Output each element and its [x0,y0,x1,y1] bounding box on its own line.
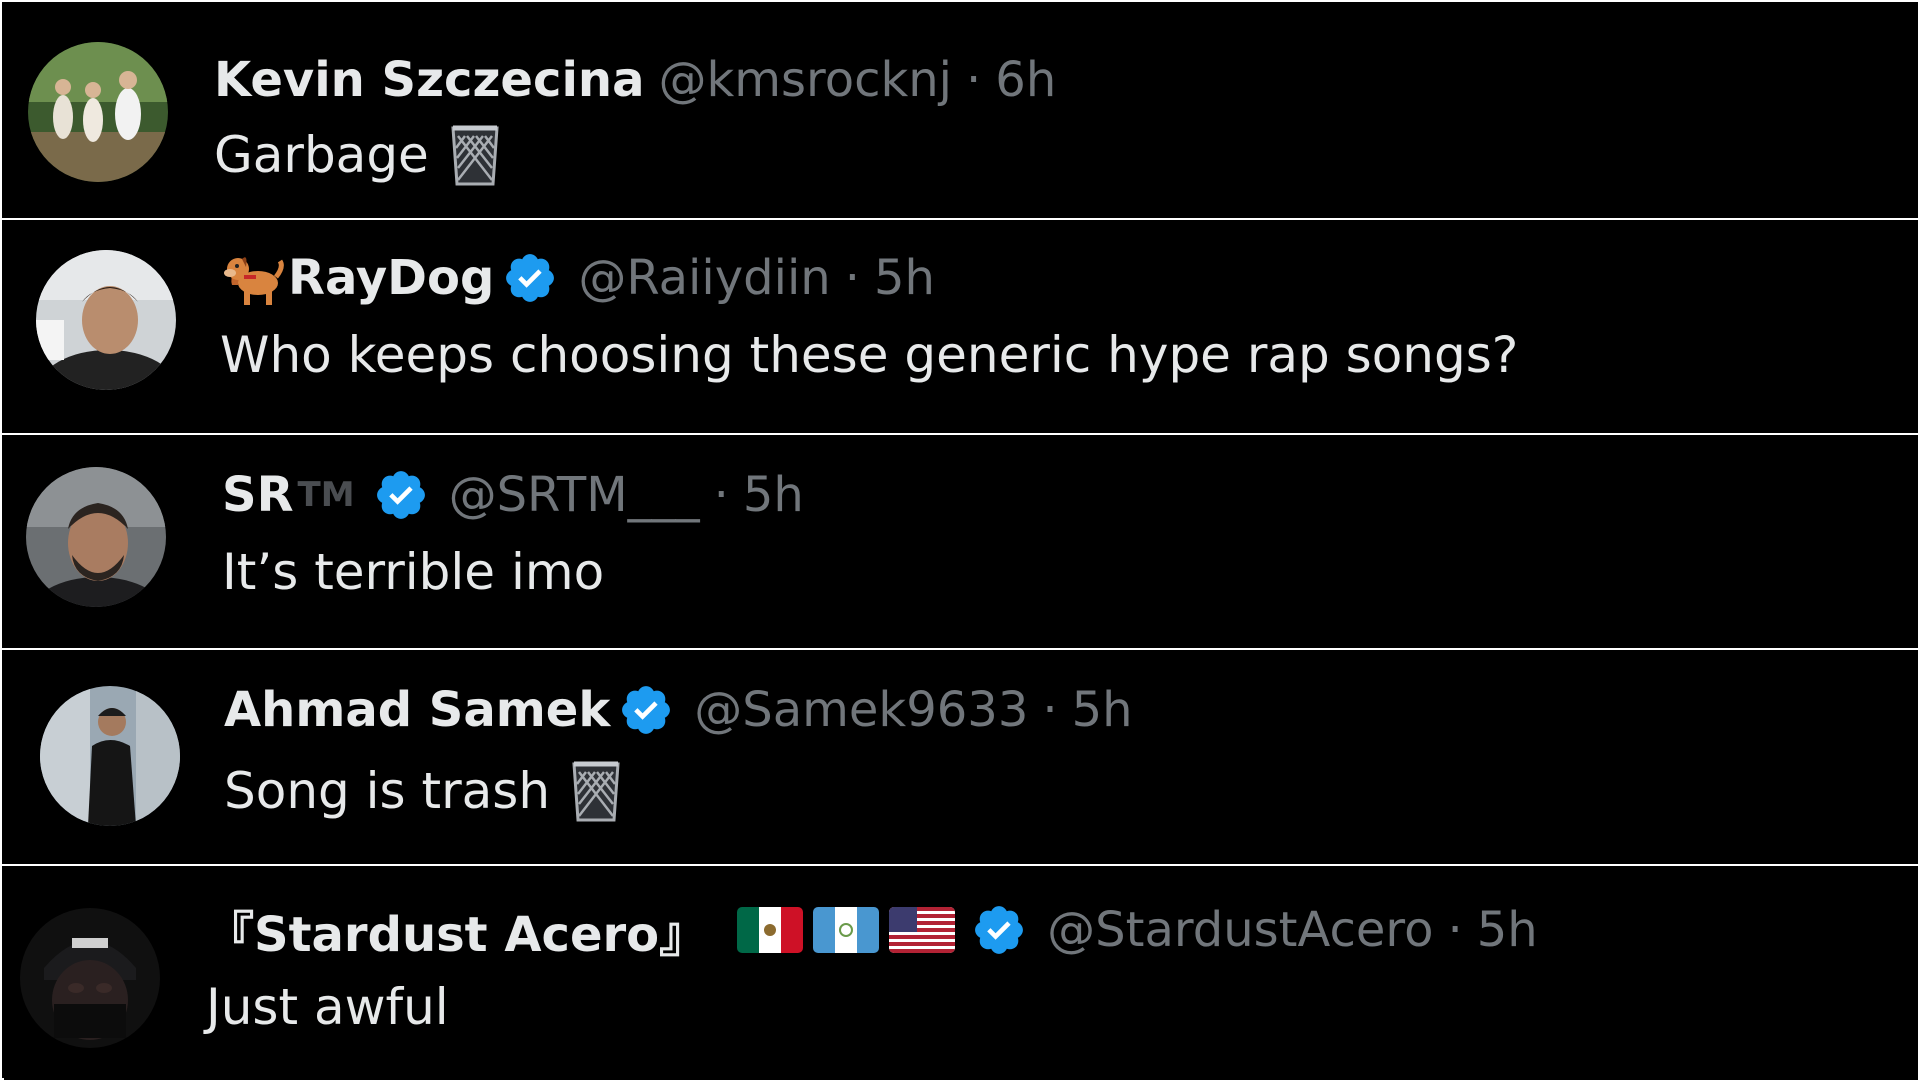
tweet-row[interactable]: 『Stardust Acero』 @StardustAcero · 5h Jus… [4,866,1918,1080]
display-name[interactable]: Ahmad Samek [224,682,610,738]
tweet-header: RayDog @Raiiydiin · 5h [220,246,935,310]
handle[interactable]: @StardustAcero [1047,902,1433,958]
avatar[interactable] [36,250,176,390]
tweet-header: SR TM @SRTM___ · 5h [222,463,804,527]
verified-badge-icon [373,467,429,523]
tweet-row[interactable]: Ahmad Samek @Samek9633 · 5h Song is tras… [4,650,1918,862]
display-name[interactable]: RayDog [288,250,494,306]
avatar[interactable] [26,467,166,607]
tweet-row[interactable]: SR TM @SRTM___ · 5h It’s terrible imo [4,435,1918,647]
separator-dot: · [966,52,982,108]
tweet-header: 『Stardust Acero』 @StardustAcero · 5h [206,895,1538,965]
display-name[interactable]: 『Stardust Acero』 [206,895,707,965]
tweet-text: Song is trash [224,762,551,820]
timestamp[interactable]: 5h [1477,902,1538,958]
trademark-suffix: TM [297,475,355,515]
tweet-text: It’s terrible imo [222,543,605,601]
timestamp[interactable]: 5h [874,250,935,306]
display-name[interactable]: SR [222,467,294,523]
separator-dot: · [844,250,860,306]
separator-dot: · [1042,682,1058,738]
separator-dot: · [713,467,729,523]
timestamp[interactable]: 6h [995,52,1056,108]
tweet-text: Just awful [206,978,449,1036]
verified-badge-icon [502,250,558,306]
tweet-header: Kevin Szczecina @kmsrocknj · 6h [214,48,1056,112]
display-name[interactable]: Kevin Szczecina [214,52,644,108]
verified-badge-icon [971,902,1027,958]
tweet-text-block: Just awful [206,978,449,1036]
tweet-header: Ahmad Samek @Samek9633 · 5h [224,678,1133,742]
reply-feed: Kevin Szczecina @kmsrocknj · 6h Garbage [0,0,1920,1080]
separator-dot: · [1447,902,1463,958]
avatar[interactable] [28,42,168,182]
wastebasket-icon [449,122,501,188]
wastebasket-icon [570,758,622,824]
handle[interactable]: @kmsrocknj [658,52,952,108]
handle[interactable]: @Samek9633 [694,682,1028,738]
avatar[interactable] [40,686,180,826]
guatemala-flag-icon [813,907,880,953]
tweet-row[interactable]: Kevin Szczecina @kmsrocknj · 6h Garbage [4,4,1918,218]
tweet-text-block: Song is trash [224,758,622,824]
tweet-text: Who keeps choosing these generic hype ra… [220,326,1519,384]
handle[interactable]: @SRTM___ [449,467,700,523]
timestamp[interactable]: 5h [1072,682,1133,738]
handle[interactable]: @Raiiydiin [578,250,830,306]
dog-icon [220,249,284,307]
tweet-text-block: Garbage [214,122,501,188]
avatar[interactable] [20,908,160,1048]
usa-flag-icon [889,907,956,953]
mexico-flag-icon [737,907,804,953]
verified-badge-icon [618,682,674,738]
tweet-text-block: It’s terrible imo [222,543,604,601]
tweet-text-block: Who keeps choosing these generic hype ra… [220,326,1518,384]
tweet-text: Garbage [214,126,429,184]
flag-emoji-group [727,907,956,953]
tweet-row[interactable]: RayDog @Raiiydiin · 5h Who keeps choosin… [4,220,1918,432]
timestamp[interactable]: 5h [743,467,804,523]
